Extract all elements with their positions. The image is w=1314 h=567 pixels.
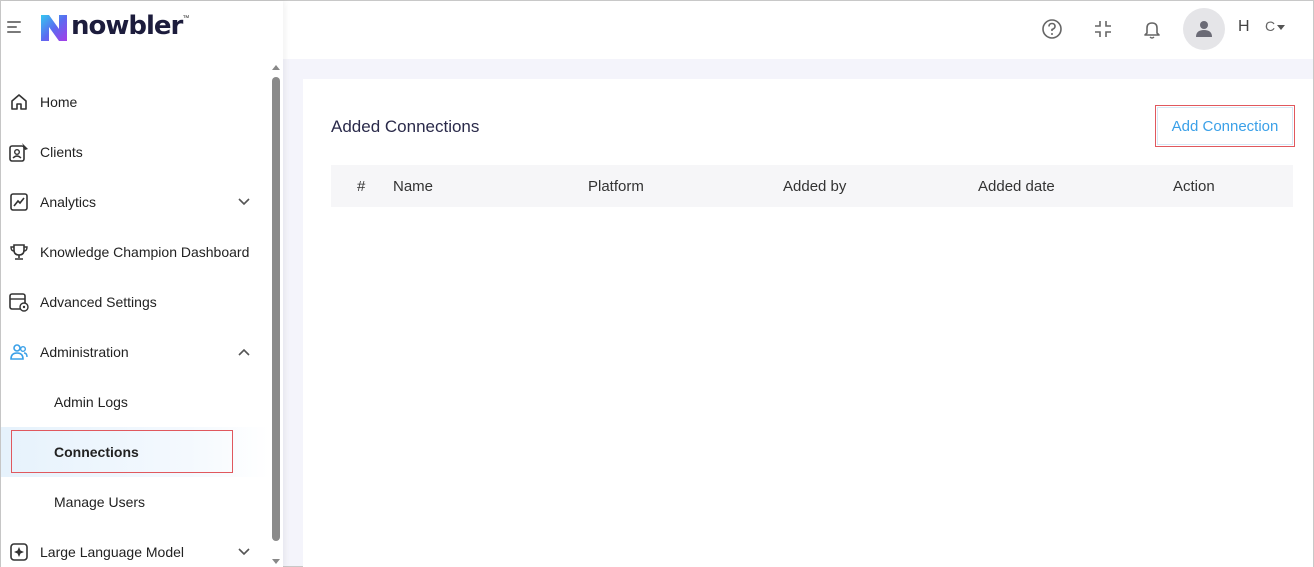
brand-name: nowbler [71, 11, 183, 41]
llm-icon [8, 541, 30, 563]
scrollbar-thumb[interactable] [272, 77, 280, 541]
user-name[interactable]: H [1238, 18, 1250, 36]
clients-icon [8, 141, 30, 163]
column-header-index: # [357, 178, 366, 195]
sidebar-nav: Home Clients Analytics Knowledge Champio… [1, 77, 269, 567]
home-icon [8, 91, 30, 113]
brand-tm: ™ [182, 15, 190, 22]
brand-logo[interactable]: nowbler ™ [37, 11, 189, 45]
sidebar-item-advanced-settings[interactable]: Advanced Settings [1, 277, 269, 327]
sidebar-item-label: Knowledge Champion Dashboard [40, 244, 250, 260]
column-header-platform[interactable]: Platform [588, 178, 644, 195]
settings-icon [8, 291, 30, 313]
logo-mark-icon [41, 15, 67, 41]
column-header-added-date[interactable]: Added date [978, 178, 1055, 195]
add-connection-highlight: Add Connection [1155, 105, 1295, 147]
sidebar-item-label: Manage Users [54, 494, 146, 510]
connections-card: Added Connections Add Connection # Name … [303, 79, 1313, 567]
sidebar-item-label: Administration [40, 344, 129, 360]
sidebar-header: nowbler ™ [1, 1, 283, 59]
add-connection-button[interactable]: Add Connection [1157, 107, 1293, 145]
sidebar-item-label: Advanced Settings [40, 294, 157, 310]
sidebar-item-label: Clients [40, 144, 83, 160]
sidebar-item-clients[interactable]: Clients [1, 127, 269, 177]
column-header-added-by[interactable]: Added by [783, 178, 846, 195]
sidebar-item-label: Large Language Model [40, 544, 185, 560]
page-title: Added Connections [331, 117, 480, 136]
column-header-action: Action [1173, 178, 1215, 195]
sidebar-item-label: Home [40, 94, 78, 110]
sidebar-item-knowledge-champion[interactable]: Knowledge Champion Dashboard [1, 227, 269, 277]
sidebar-item-label: Admin Logs [54, 394, 128, 410]
sidebar: nowbler ™ Home Clients Analytics Knowled… [1, 1, 283, 567]
column-header-name[interactable]: Name [393, 178, 433, 195]
trophy-icon [8, 241, 30, 263]
top-bar: H C [283, 1, 1313, 59]
scroll-down-icon[interactable] [272, 559, 280, 564]
chevron-up-icon[interactable] [237, 345, 251, 359]
sidebar-item-llm[interactable]: Large Language Model [1, 527, 269, 567]
chevron-down-icon[interactable] [237, 545, 251, 559]
sidebar-item-analytics[interactable]: Analytics [1, 177, 269, 227]
collapse-icon[interactable] [1092, 18, 1114, 40]
user-avatar-icon[interactable] [1183, 8, 1225, 50]
sidebar-item-manage-users[interactable]: Manage Users [1, 477, 269, 527]
user-name-extra: C [1265, 18, 1276, 34]
user-menu-caret-icon[interactable] [1277, 25, 1285, 30]
sidebar-item-home[interactable]: Home [1, 77, 269, 127]
active-item-highlight [11, 430, 233, 473]
sidebar-item-administration[interactable]: Administration [1, 327, 269, 377]
help-icon[interactable] [1041, 18, 1063, 40]
scroll-up-icon[interactable] [272, 65, 280, 70]
table-header: # Name Platform Added by Added date Acti… [331, 165, 1293, 207]
hamburger-icon[interactable] [7, 21, 21, 33]
users-icon [8, 341, 30, 363]
sidebar-item-admin-logs[interactable]: Admin Logs [1, 377, 269, 427]
chevron-down-icon[interactable] [237, 195, 251, 209]
analytics-icon [8, 191, 30, 213]
sidebar-scrollbar[interactable] [270, 59, 282, 567]
bell-icon[interactable] [1141, 18, 1163, 40]
sidebar-item-label: Analytics [40, 194, 97, 210]
